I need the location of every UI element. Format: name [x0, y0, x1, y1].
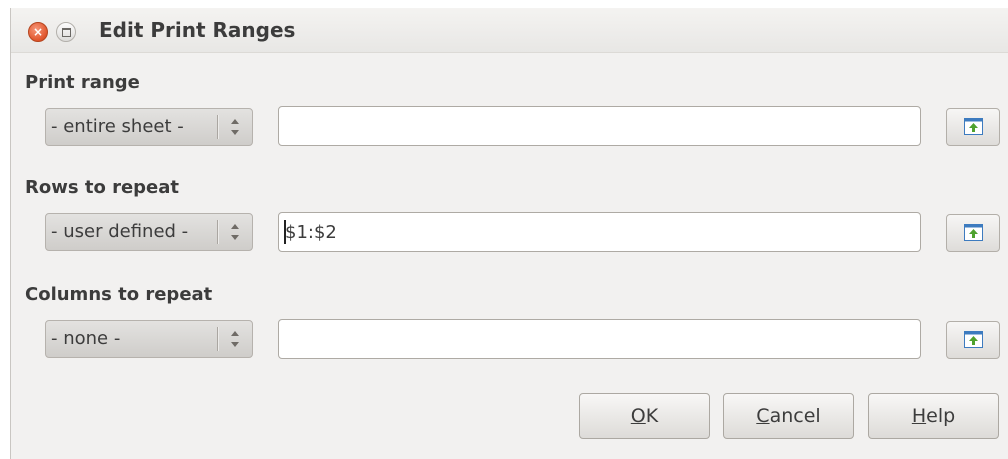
- help-button[interactable]: Help: [868, 393, 999, 439]
- shrink-icon: [964, 224, 983, 241]
- dialog-title: Edit Print Ranges: [99, 18, 296, 42]
- rows-to-repeat-dropdown-value: - user defined -: [51, 221, 189, 242]
- ok-mnemonic: O: [630, 405, 646, 427]
- rows-to-repeat-shrink-button[interactable]: [946, 214, 1000, 252]
- columns-to-repeat-input[interactable]: [278, 319, 921, 359]
- columns-to-repeat-dropdown-value: - none -: [51, 328, 121, 349]
- print-range-dropdown-value: - entire sheet -: [51, 116, 184, 137]
- rows-to-repeat-input[interactable]: [278, 212, 921, 252]
- edit-print-ranges-dialog: × Edit Print Ranges Print range - entire…: [10, 8, 1008, 459]
- columns-to-repeat-shrink-button[interactable]: [946, 321, 1000, 359]
- print-range-shrink-button[interactable]: [946, 108, 1000, 146]
- print-range-dropdown[interactable]: - entire sheet -: [45, 108, 253, 146]
- print-range-input[interactable]: [278, 106, 921, 146]
- cancel-mnemonic: C: [756, 405, 770, 427]
- close-icon[interactable]: ×: [28, 22, 48, 42]
- cancel-label: ancel: [769, 405, 821, 427]
- rows-to-repeat-label: Rows to repeat: [25, 177, 180, 198]
- ok-button[interactable]: OK: [579, 393, 710, 439]
- columns-to-repeat-dropdown[interactable]: - none -: [45, 320, 253, 358]
- help-label: elp: [926, 405, 956, 427]
- text-cursor: [284, 220, 286, 244]
- shrink-icon: [964, 118, 983, 135]
- spin-arrows-icon[interactable]: [219, 214, 252, 250]
- help-mnemonic: H: [911, 405, 927, 427]
- cancel-button[interactable]: Cancel: [723, 393, 854, 439]
- shrink-icon: [964, 331, 983, 348]
- columns-to-repeat-label: Columns to repeat: [25, 284, 213, 305]
- maximize-icon[interactable]: [56, 22, 76, 42]
- spin-arrows-icon[interactable]: [219, 321, 252, 357]
- rows-to-repeat-dropdown[interactable]: - user defined -: [45, 213, 253, 251]
- title-bar: × Edit Print Ranges: [11, 8, 1008, 53]
- spin-arrows-icon[interactable]: [219, 109, 252, 145]
- print-range-label: Print range: [25, 72, 140, 93]
- ok-label: K: [645, 405, 659, 427]
